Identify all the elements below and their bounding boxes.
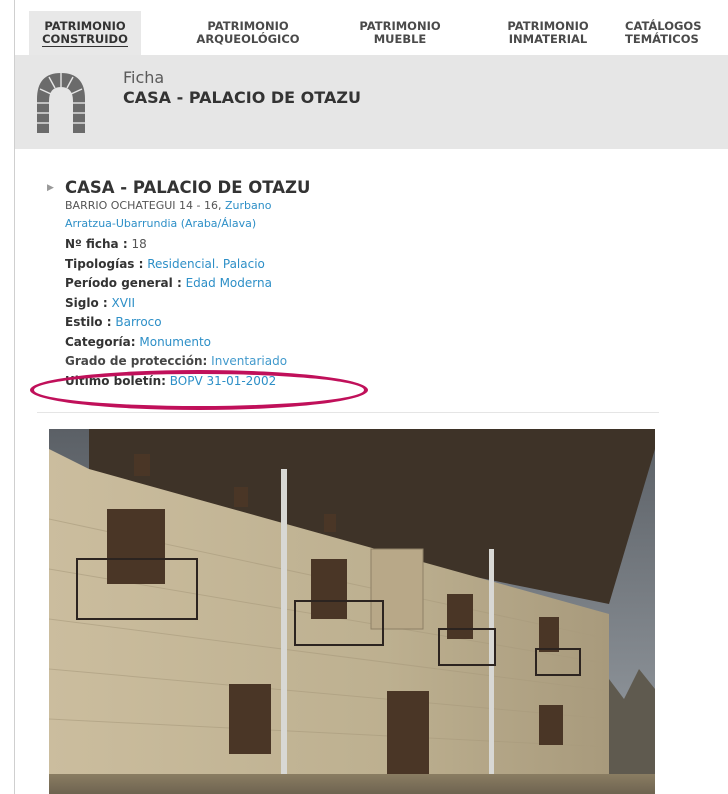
nav-label-line2: INMATERIAL (508, 32, 588, 46)
field-label: Siglo : (65, 295, 108, 310)
ficha-label: Ficha (123, 68, 165, 87)
field-value-link[interactable]: Edad Moderna (186, 276, 272, 290)
nav-label-line2: ARQUEOLÓGICO (196, 32, 300, 46)
field-label: Categoría: (65, 334, 136, 349)
nav-catalogos-tematicos[interactable]: CATÁLOGOS TEMÁTICOS (625, 20, 725, 46)
field-grado-proteccion: Grado de protección: Inventariado (65, 352, 287, 372)
field-label: Grado de protección: (65, 354, 208, 368)
nav-patrimonio-construido[interactable]: PATRIMONIO CONSTRUIDO (29, 20, 141, 47)
address-street: BARRIO OCHATEGUI 14 - 16, (65, 199, 222, 212)
record-fields: Nº ficha : 18 Tipologías : Residencial. … (65, 235, 287, 391)
field-label: Período general : (65, 276, 182, 290)
field-value-link[interactable]: XVII (112, 296, 136, 310)
nav-patrimonio-mueble[interactable]: PATRIMONIO MUEBLE (345, 20, 455, 46)
building-photo[interactable] (49, 429, 655, 794)
field-periodo-general: Período general : Edad Moderna (65, 274, 287, 294)
field-label: Tipologías : (65, 256, 144, 271)
address-province-link[interactable]: (Araba/Álava) (181, 217, 256, 230)
record-title: CASA - PALACIO DE OTAZU (65, 178, 311, 197)
field-label: Nº ficha : (65, 237, 128, 251)
field-numero-ficha: Nº ficha : 18 (65, 235, 287, 255)
top-navigation: PATRIMONIO CONSTRUIDO PATRIMONIO ARQUEOL… (15, 0, 728, 55)
nav-label-line2: CONSTRUIDO (42, 32, 128, 47)
field-label: Estilo : (65, 315, 112, 329)
field-value-link[interactable]: Barroco (115, 315, 161, 329)
page-frame: PATRIMONIO CONSTRUIDO PATRIMONIO ARQUEOL… (14, 0, 728, 794)
arch-icon (37, 73, 85, 133)
field-value-link[interactable]: Residencial. Palacio (147, 257, 265, 271)
highlight-ellipse (30, 370, 368, 410)
field-value-link[interactable]: Monumento (139, 335, 211, 349)
divider (37, 412, 659, 413)
field-value: 18 (131, 237, 147, 251)
ficha-title: CASA - PALACIO DE OTAZU (123, 88, 361, 107)
address-town-link[interactable]: Zurbano (225, 199, 271, 212)
field-value-link[interactable]: Inventariado (211, 354, 287, 368)
nav-label-line2: TEMÁTICOS (625, 32, 699, 46)
field-categoria: Categoría: Monumento (65, 333, 287, 353)
record-address: BARRIO OCHATEGUI 14 - 16, Zurbano Arratz… (65, 197, 315, 233)
nav-patrimonio-arqueologico[interactable]: PATRIMONIO ARQUEOLÓGICO (183, 20, 313, 46)
address-municipality-link[interactable]: Arratzua-Ubarrundia (65, 217, 177, 230)
nav-patrimonio-inmaterial[interactable]: PATRIMONIO INMATERIAL (493, 20, 603, 46)
field-siglo: Siglo : XVII (65, 294, 287, 314)
ficha-header: Ficha CASA - PALACIO DE OTAZU (15, 55, 728, 149)
bullet-arrow-icon: ▶ (47, 183, 54, 193)
field-estilo: Estilo : Barroco (65, 313, 287, 333)
field-tipologias: Tipologías : Residencial. Palacio (65, 255, 287, 275)
nav-label-line2: MUEBLE (373, 32, 427, 46)
